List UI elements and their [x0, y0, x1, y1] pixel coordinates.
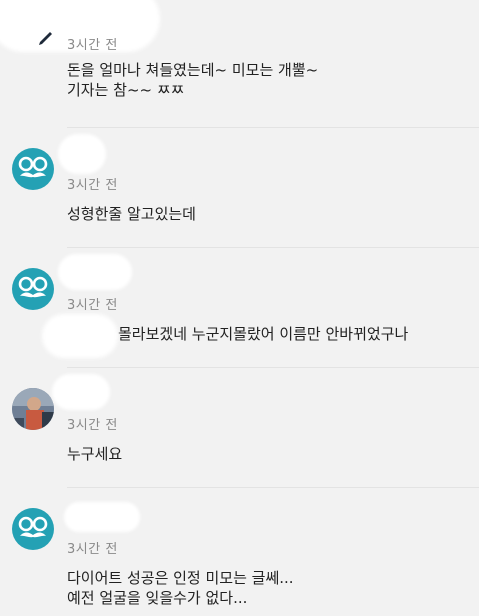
mustache-glasses-icon — [18, 516, 48, 538]
comment-text: 다이어트 성공은 인정 미모는 글쎄... 예전 얼굴을 잊을수가 없다... — [67, 569, 294, 607]
comment-time: 3시간 전 — [67, 38, 118, 53]
avatar[interactable] — [12, 508, 54, 550]
author-name-redacted — [64, 502, 140, 532]
comment-item: 3시간 전 돈을 얼마나 쳐들였는데~ 미모는 개뿔~ 기자는 참~~ ㅉㅉ — [0, 0, 479, 128]
mustache-glasses-icon — [18, 156, 48, 178]
comment-time: 3시간 전 — [67, 298, 118, 313]
comment-text: 성형한줄 알고있는데 — [67, 205, 196, 223]
comment-time: 3시간 전 — [67, 542, 118, 557]
mustache-glasses-icon — [18, 276, 48, 298]
comment-text: 누구세요 — [67, 445, 123, 463]
author-name-redacted — [58, 254, 132, 290]
comment-text: 돈을 얼마나 쳐들였는데~ 미모는 개뿔~ 기자는 참~~ ㅉㅉ — [67, 61, 319, 99]
author-name-redacted — [58, 134, 106, 174]
comment-list: 3시간 전 돈을 얼마나 쳐들였는데~ 미모는 개뿔~ 기자는 참~~ ㅉㅉ 3… — [0, 0, 479, 616]
profile-photo — [12, 388, 54, 430]
avatar[interactable] — [12, 148, 54, 190]
avatar[interactable] — [12, 388, 54, 430]
comment-time: 3시간 전 — [67, 178, 118, 193]
comment-time: 3시간 전 — [67, 418, 118, 433]
comment-item: 3시간 전 몰라보겠네 누군지몰랐어 이름만 안바뀌었구나 — [0, 248, 479, 368]
avatar[interactable] — [12, 268, 54, 310]
author-name-redacted — [52, 374, 110, 410]
comment-item: 3시간 전 누구세요 — [0, 368, 479, 488]
comment-item: 3시간 전 성형한줄 알고있는데 — [0, 128, 479, 248]
edit-icon — [39, 32, 52, 45]
comment-item: 3시간 전 다이어트 성공은 인정 미모는 글쎄... 예전 얼굴을 잊을수가 … — [0, 488, 479, 616]
text-redacted — [42, 314, 118, 358]
comment-text: 몰라보겠네 누군지몰랐어 이름만 안바뀌었구나 — [118, 325, 409, 343]
